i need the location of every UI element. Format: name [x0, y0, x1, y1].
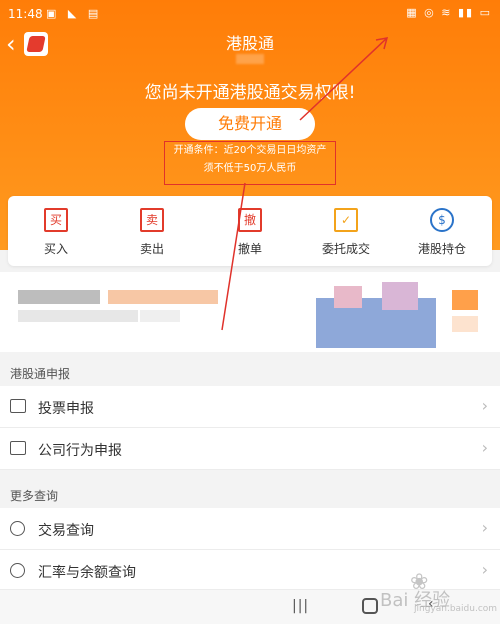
- chart-icon: [10, 563, 25, 578]
- blurred-text: [18, 310, 138, 322]
- blurred-subtitle: [236, 54, 264, 64]
- blurred-image: [452, 290, 478, 310]
- menu-item-trade-query[interactable]: 交易查询 ›: [0, 508, 500, 550]
- blurred-image: [382, 282, 418, 310]
- menu-item-vote[interactable]: 投票申报 ›: [0, 386, 500, 428]
- quick-action-label: 撤单: [237, 242, 262, 256]
- baidu-watermark: ❀ Bai 经验 jingyan.baidu.com: [380, 570, 498, 614]
- section-title: 更多查询: [10, 489, 59, 503]
- permission-notice: 您尚未开通港股通交易权限!: [144, 83, 356, 103]
- filled-orders-icon: ✓: [334, 208, 358, 232]
- status-bar: 11:48 ▣ ◣ ▤ ▦ ◎ ≋ ▮▮ ▭: [0, 0, 500, 28]
- watermark-url: jingyan.baidu.com: [414, 604, 498, 614]
- quick-action-sell[interactable]: 卖 卖出: [104, 196, 200, 266]
- status-time: 11:48: [8, 7, 43, 21]
- document-icon: [10, 441, 26, 455]
- status-icons-right: ▦ ◎ ≋ ▮▮ ▭: [406, 6, 492, 19]
- open-free-button[interactable]: 免费开通: [185, 108, 315, 140]
- menu-item-label: 投票申报: [38, 401, 94, 417]
- vote-icon: [10, 399, 26, 413]
- blurred-image: [452, 316, 478, 332]
- page-title: 港股通: [225, 34, 274, 53]
- quick-action-label: 卖出: [139, 242, 164, 256]
- quick-action-holdings[interactable]: $ 港股持仓: [394, 196, 490, 266]
- menu-item-label: 交易查询: [38, 523, 94, 539]
- open-conditions-box: 开通条件：近20个交易日日均资产 须不低于50万人民币: [164, 141, 336, 185]
- section-header: 更多查询: [0, 480, 500, 508]
- quick-action-label: 买入: [43, 242, 68, 256]
- blurred-text: [140, 310, 180, 322]
- quick-action-filled[interactable]: ✓ 委托成交: [298, 196, 394, 266]
- chevron-right-icon: ›: [481, 518, 488, 537]
- quick-action-label: 委托成交: [321, 242, 370, 256]
- chevron-right-icon: ›: [481, 438, 488, 457]
- sell-icon: 卖: [140, 208, 164, 232]
- holdings-icon: $: [430, 208, 454, 232]
- cancel-order-icon: 撤: [238, 208, 262, 232]
- blurred-image: [334, 286, 362, 308]
- condition-line-1: 开通条件：近20个交易日日均资产: [173, 145, 327, 156]
- menu-item-label: 公司行为申报: [38, 443, 122, 459]
- section-header: 港股通申报: [0, 358, 500, 386]
- promo-banner[interactable]: [0, 272, 500, 352]
- section-title: 港股通申报: [10, 367, 71, 381]
- buy-icon: 买: [44, 208, 68, 232]
- menu-item-label: 汇率与余额查询: [38, 565, 136, 581]
- home-icon[interactable]: [362, 598, 378, 614]
- menu-item-corporate-action[interactable]: 公司行为申报 ›: [0, 428, 500, 470]
- yen-icon: [10, 521, 25, 536]
- condition-line-2: 须不低于50万人民币: [203, 163, 297, 174]
- quick-action-buy[interactable]: 买 买入: [8, 196, 104, 266]
- blurred-text: [108, 290, 218, 304]
- quick-action-label: 港股持仓: [417, 242, 466, 256]
- quick-actions-card: 买 买入 卖 卖出 撤 撤单 ✓ 委托成交 $ 港股持仓: [8, 196, 492, 266]
- recent-apps-icon[interactable]: |||: [292, 598, 309, 614]
- chevron-right-icon: ›: [481, 396, 488, 415]
- blurred-text: [18, 290, 100, 304]
- status-icons-left: ▣ ◣ ▤: [46, 7, 103, 20]
- quick-action-cancel[interactable]: 撤 撤单: [202, 196, 298, 266]
